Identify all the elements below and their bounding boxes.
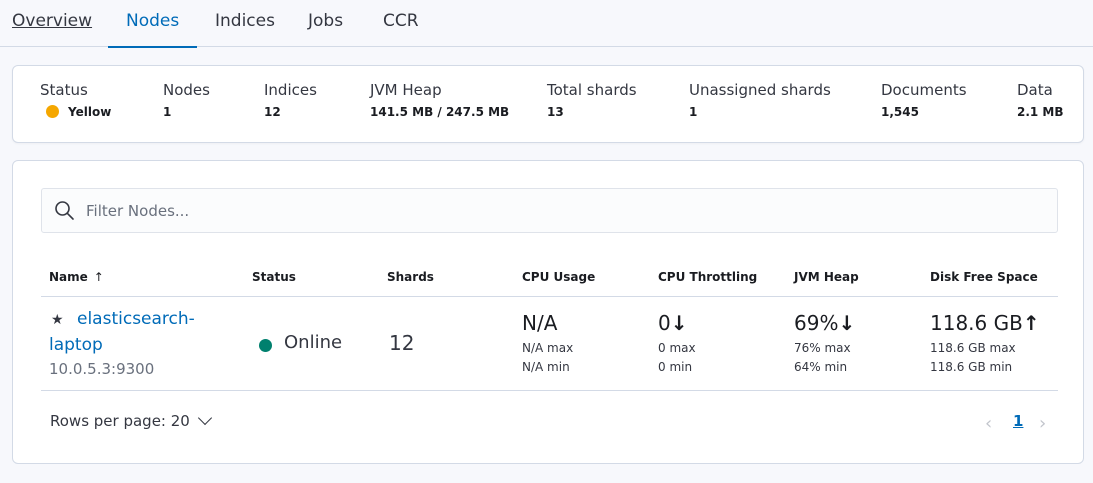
tab-jobs[interactable]: Jobs: [308, 0, 343, 47]
node-address: 10.0.5.3:9300: [49, 360, 155, 378]
cluster-summary-panel: Status Yellow Nodes 1 Indices 12 JVM Hea…: [12, 65, 1084, 143]
summary-data-value: 2.1 MB: [1017, 105, 1064, 119]
jvm-heap-current: 69%: [794, 311, 839, 335]
search-icon: [55, 201, 74, 220]
tab-indices[interactable]: Indices: [215, 0, 275, 47]
cpu-throttling-min: 0 min: [658, 360, 693, 374]
column-header-status[interactable]: Status: [252, 270, 296, 284]
summary-documents-label: Documents: [881, 81, 967, 99]
summary-total-shards-value: 13: [547, 105, 564, 119]
jvm-heap-cell: 69%↓ 76% max 64% min: [794, 311, 855, 377]
cpu-usage-min: N/A min: [522, 360, 570, 374]
cpu-throttling-current: 0: [658, 311, 671, 335]
chevron-down-icon: [197, 410, 212, 426]
status-dot-icon: [46, 105, 59, 118]
tab-nodes[interactable]: Nodes: [108, 0, 198, 48]
summary-documents-value: 1,545: [881, 105, 919, 119]
table-row-divider: [41, 390, 1058, 391]
disk-free-cell: 118.6 GB↑ 118.6 GB max 118.6 GB min: [930, 311, 1040, 377]
filter-nodes-input[interactable]: [86, 197, 1046, 225]
summary-data-label: Data: [1017, 81, 1053, 99]
cpu-usage-cell: N/A N/A max N/A min: [522, 311, 573, 377]
summary-status-label: Status: [40, 81, 88, 99]
summary-indices-value: 12: [264, 105, 281, 119]
table-header-divider: [41, 296, 1058, 297]
summary-unassigned-shards-value: 1: [689, 105, 698, 119]
summary-documents: Documents 1,545: [881, 81, 967, 119]
summary-nodes: Nodes 1: [163, 81, 210, 119]
summary-status: Status Yellow: [40, 81, 111, 119]
summary-unassigned-shards: Unassigned shards 1: [689, 81, 831, 119]
disk-free-max: 118.6 GB max: [930, 341, 1016, 355]
tab-overview[interactable]: Overview: [12, 0, 92, 47]
summary-status-value: Yellow: [68, 105, 112, 119]
cpu-throttling-max: 0 max: [658, 341, 696, 355]
summary-total-shards: Total shards 13: [547, 81, 637, 119]
summary-unassigned-shards-label: Unassigned shards: [689, 81, 831, 99]
trend-up-icon: ↑: [1022, 311, 1040, 335]
disk-free-current: 118.6 GB: [930, 311, 1023, 335]
column-header-disk-free-space[interactable]: Disk Free Space: [930, 270, 1038, 284]
cpu-usage-current: N/A: [522, 311, 558, 335]
node-status: Online: [284, 332, 343, 353]
disk-free-min: 118.6 GB min: [930, 360, 1013, 374]
jvm-heap-max: 76% max: [794, 341, 851, 355]
page-1-button[interactable]: 1: [1013, 412, 1023, 430]
nodes-table-panel: Name↑ Status Shards CPU Usage CPU Thrott…: [12, 160, 1084, 464]
summary-indices-label: Indices: [264, 81, 317, 99]
trend-down-icon: ↓: [838, 311, 856, 335]
summary-jvm-heap-label: JVM Heap: [370, 81, 442, 99]
column-header-cpu-throttling[interactable]: CPU Throttling: [658, 270, 757, 284]
summary-total-shards-label: Total shards: [547, 81, 637, 99]
summary-jvm-heap: JVM Heap 141.5 MB / 247.5 MB: [370, 81, 509, 119]
column-header-cpu-usage[interactable]: CPU Usage: [522, 270, 595, 284]
jvm-heap-min: 64% min: [794, 360, 848, 374]
node-name-link[interactable]: elasticsearch-laptop: [49, 306, 209, 358]
column-header-shards[interactable]: Shards: [387, 270, 434, 284]
summary-indices: Indices 12: [264, 81, 317, 119]
online-status-dot-icon: [259, 339, 272, 352]
column-header-jvm-heap[interactable]: JVM Heap: [794, 270, 859, 284]
summary-data: Data 2.1 MB: [1017, 81, 1064, 119]
node-shards: 12: [389, 331, 415, 355]
filter-nodes-search[interactable]: [41, 188, 1058, 233]
sort-ascending-icon: ↑: [93, 270, 104, 284]
previous-page-button[interactable]: ‹: [985, 413, 992, 434]
tab-bar: Overview Nodes Indices Jobs CCR: [0, 0, 1093, 48]
next-page-button[interactable]: ›: [1039, 413, 1046, 434]
tab-ccr[interactable]: CCR: [383, 0, 419, 47]
summary-jvm-heap-value: 141.5 MB / 247.5 MB: [370, 105, 510, 119]
column-header-name[interactable]: Name ↑: [49, 270, 104, 284]
rows-per-page-dropdown[interactable]: Rows per page: 20: [50, 410, 212, 430]
cpu-usage-max: N/A max: [522, 341, 574, 355]
summary-nodes-value: 1: [163, 105, 172, 119]
summary-nodes-label: Nodes: [163, 81, 210, 99]
trend-down-icon: ↓: [670, 311, 688, 335]
cpu-throttling-cell: 0↓ 0 max 0 min: [658, 311, 696, 377]
